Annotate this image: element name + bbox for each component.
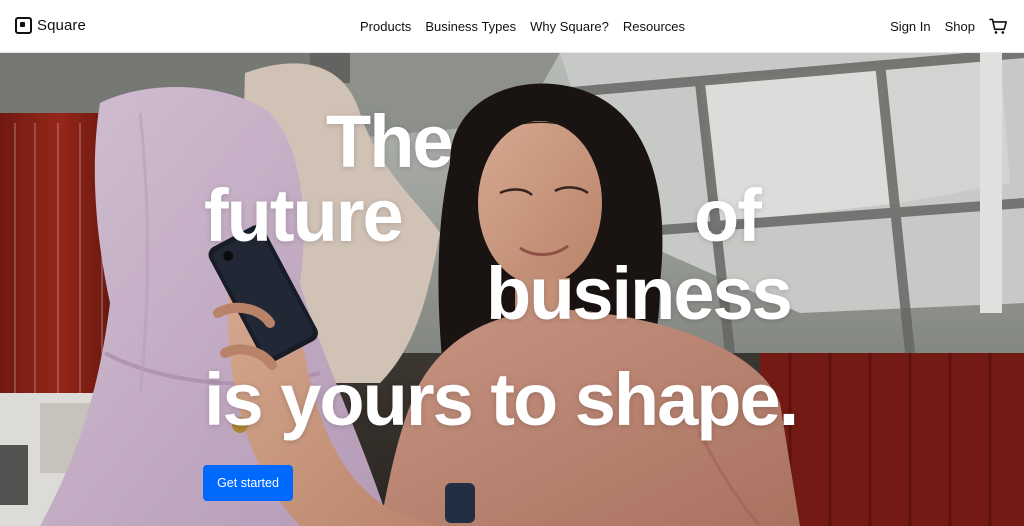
nav-link-products[interactable]: Products <box>360 19 411 34</box>
account-menu: Sign In Shop <box>890 18 1008 35</box>
nav-link-why-square[interactable]: Why Square? <box>530 19 609 34</box>
square-logo-icon <box>15 17 32 34</box>
hero-photo <box>0 53 1024 526</box>
brand-name: Square <box>37 17 86 34</box>
shop-link[interactable]: Shop <box>945 19 975 34</box>
get-started-button[interactable]: Get started <box>203 465 293 501</box>
nav-link-business-types[interactable]: Business Types <box>425 19 516 34</box>
nav-link-resources[interactable]: Resources <box>623 19 685 34</box>
cart-icon[interactable] <box>989 18 1008 35</box>
square-logo-link[interactable]: Square <box>15 17 86 34</box>
top-navigation: Square Products Business Types Why Squar… <box>0 0 1024 53</box>
sign-in-link[interactable]: Sign In <box>890 19 930 34</box>
main-menu: Products Business Types Why Square? Reso… <box>360 19 685 34</box>
hero-section: The future of business is yours to shape… <box>0 53 1024 526</box>
